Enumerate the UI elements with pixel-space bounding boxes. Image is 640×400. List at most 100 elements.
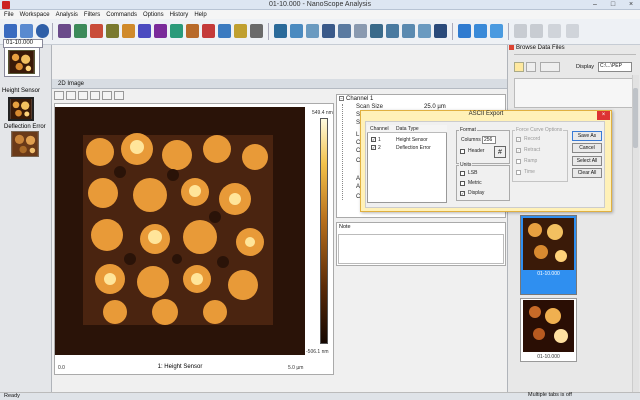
units-display-checkbox[interactable]: ✓	[460, 191, 465, 196]
browse-title: Browse Data Files	[516, 45, 565, 51]
tool-icon[interactable]	[458, 24, 471, 38]
time-label: Time	[523, 169, 536, 175]
view-title: 2D Image	[52, 79, 507, 89]
tool-icon[interactable]	[566, 24, 579, 38]
menu-history[interactable]: History	[170, 12, 189, 18]
ramp-checkbox[interactable]	[516, 159, 521, 164]
channel1-thumbnail[interactable]	[8, 97, 34, 121]
path-field[interactable]: C:\...\PEP	[598, 62, 632, 72]
close-icon[interactable]: ×	[622, 0, 640, 10]
file-list[interactable]	[514, 78, 636, 108]
tool-icon[interactable]	[202, 24, 215, 38]
tool-icon[interactable]	[354, 24, 367, 38]
columns-input[interactable]: 256	[482, 136, 496, 144]
tool-icon[interactable]	[170, 24, 183, 38]
tool-icon[interactable]	[154, 24, 167, 38]
save-as-button[interactable]: Save As	[572, 131, 602, 141]
pointer-icon[interactable]	[54, 91, 64, 100]
color-scale-max: 549.4 nm	[312, 110, 333, 116]
units-display-label: Display	[467, 190, 486, 196]
axis-max-label: 5.0 µm	[288, 365, 304, 371]
up-icon[interactable]	[526, 62, 536, 72]
help-icon[interactable]	[36, 24, 49, 38]
open-icon[interactable]	[4, 24, 17, 38]
tool-icon[interactable]	[90, 24, 103, 38]
menu-help[interactable]: Help	[194, 12, 206, 18]
view-icon[interactable]	[540, 62, 560, 72]
tool-icon[interactable]	[548, 24, 561, 38]
dialog-title: ASCII Export	[468, 111, 504, 117]
tool-icon[interactable]	[474, 24, 487, 38]
export-icon[interactable]	[114, 91, 124, 100]
tool-icon[interactable]	[290, 24, 303, 38]
minimize-icon[interactable]: –	[586, 0, 604, 10]
units-metric-checkbox[interactable]	[460, 181, 465, 186]
tool-icon[interactable]	[274, 24, 287, 38]
menu-filters[interactable]: Filters	[84, 12, 100, 18]
retract-checkbox[interactable]: ✓	[516, 148, 521, 153]
undo-icon[interactable]	[514, 24, 527, 38]
menu-analysis[interactable]: Analysis	[56, 12, 78, 18]
channel1-label: Height Sensor	[2, 88, 41, 94]
browse-thumbnail-image	[523, 300, 574, 352]
tree-title: Channel 1	[346, 96, 374, 102]
channel1-checkbox[interactable]: ✓	[371, 137, 376, 142]
tool-icon[interactable]	[234, 24, 247, 38]
tool-icon[interactable]	[58, 24, 71, 38]
channel2-thumbnail[interactable]	[11, 131, 39, 157]
tool-icon[interactable]	[186, 24, 199, 38]
header-checkbox[interactable]	[460, 149, 465, 154]
record-checkbox[interactable]: ✓	[516, 137, 521, 142]
afm-height-image[interactable]	[55, 107, 305, 355]
tool-icon[interactable]	[418, 24, 431, 38]
scrollbar-thumb[interactable]	[633, 88, 638, 148]
cancel-button[interactable]: Cancel	[572, 143, 602, 153]
pan-icon[interactable]	[90, 91, 100, 100]
menu-workspace[interactable]: Workspace	[20, 12, 50, 18]
channel2-checkbox[interactable]: ✓	[371, 145, 376, 150]
units-lsb-label: LSB	[467, 170, 479, 176]
tool-icon[interactable]	[138, 24, 151, 38]
zoom-icon[interactable]	[66, 91, 76, 100]
display-label: Display	[576, 64, 595, 70]
tool-icon[interactable]	[370, 24, 383, 38]
window-title: 01-10.000 - NanoScope Analysis	[269, 1, 371, 8]
units-lsb-checkbox[interactable]	[460, 171, 465, 176]
collapse-icon[interactable]: −	[339, 96, 344, 101]
tool-icon[interactable]	[386, 24, 399, 38]
channel1-num: 1	[378, 137, 381, 143]
menu-file[interactable]: File	[4, 12, 14, 18]
force-options-label: Force Curve Options	[515, 127, 564, 133]
select-icon[interactable]	[78, 91, 88, 100]
tree-item[interactable]: L	[356, 132, 359, 138]
maximize-icon[interactable]: □	[604, 0, 622, 10]
dialog-close-icon[interactable]: ×	[597, 111, 610, 120]
tool-icon[interactable]	[218, 24, 231, 38]
file-thumbnail-image	[8, 50, 35, 74]
tool-icon[interactable]	[106, 24, 119, 38]
select-all-button[interactable]: Select All	[572, 156, 602, 166]
tool-icon[interactable]	[322, 24, 335, 38]
tool-icon[interactable]	[402, 24, 415, 38]
clear-all-button[interactable]: Clear All	[572, 168, 602, 178]
tool-icon[interactable]	[250, 24, 263, 38]
menu-options[interactable]: Options	[143, 12, 164, 18]
tool-icon[interactable]	[434, 24, 447, 38]
status-text: Ready	[4, 393, 20, 399]
format-label: Format	[459, 127, 477, 133]
folder-icon[interactable]	[514, 62, 524, 72]
tool-icon[interactable]	[74, 24, 87, 38]
tool-icon[interactable]	[306, 24, 319, 38]
tool-icon[interactable]	[490, 24, 503, 38]
columns-picker-button[interactable]: #	[494, 146, 506, 158]
tool-icon[interactable]	[338, 24, 351, 38]
redo-icon[interactable]	[530, 24, 543, 38]
tool-icon[interactable]	[122, 24, 135, 38]
notes-textarea[interactable]	[338, 234, 504, 264]
save-icon[interactable]	[20, 24, 33, 38]
pin-icon[interactable]	[509, 45, 514, 50]
menu-commands[interactable]: Commands	[106, 12, 137, 18]
time-checkbox[interactable]	[516, 170, 521, 175]
header-label: Header	[467, 148, 486, 154]
copy-icon[interactable]	[102, 91, 112, 100]
